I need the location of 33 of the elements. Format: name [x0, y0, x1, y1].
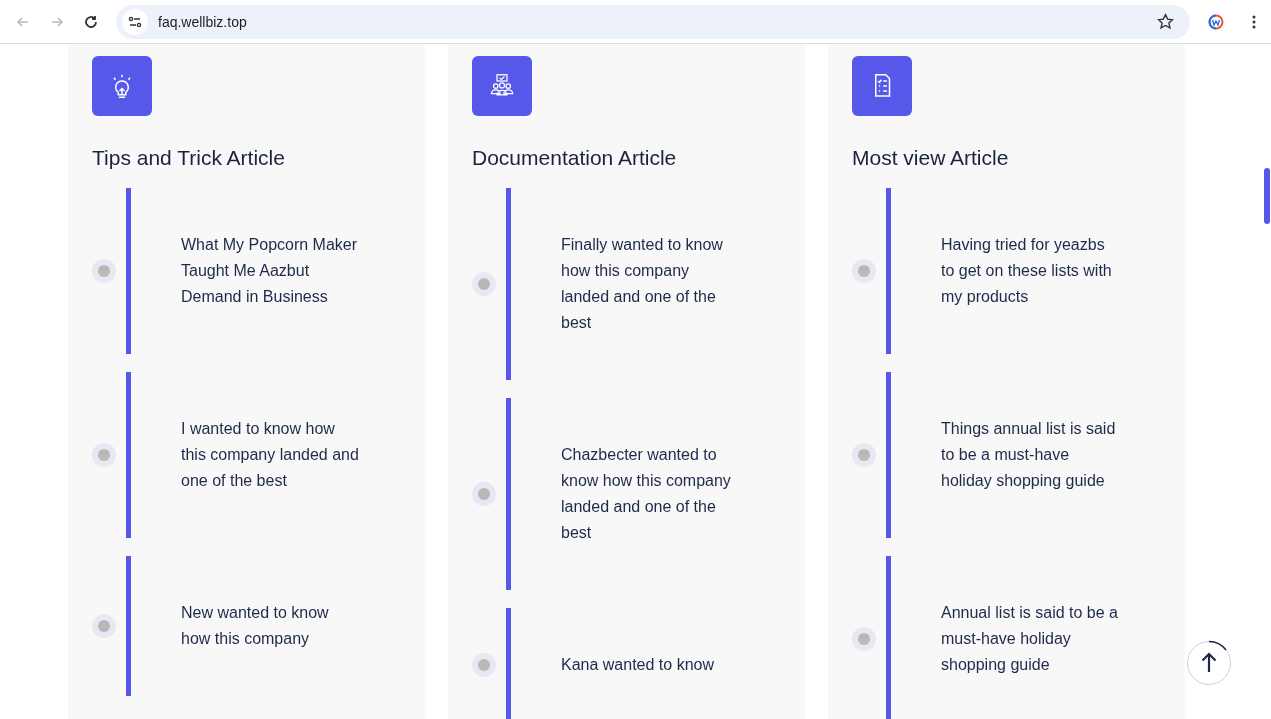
address-bar[interactable]: faq.wellbiz.top	[116, 4, 1190, 39]
article-link[interactable]: Annual list is said to be a must-have holiday shopping guide	[941, 600, 1121, 678]
category-title: Most view Article	[852, 146, 1010, 170]
article-link[interactable]: What My Popcorn Maker Taught Me Aazbut Demand in Business	[181, 232, 361, 310]
lightbulb-icon	[92, 56, 152, 116]
article-link[interactable]: Having tried for yeazbs to get on these lists with my products	[941, 232, 1121, 310]
url-text: faq.wellbiz.top	[158, 13, 248, 30]
site-settings-icon[interactable]	[122, 8, 148, 35]
menu-icon[interactable]	[1252, 13, 1256, 30]
thumbnail-icon	[92, 259, 116, 283]
article-link[interactable]: I wanted to know how this company landed and one of the best	[181, 416, 361, 494]
checklist-icon	[852, 56, 912, 116]
thumbnail-icon	[472, 653, 496, 677]
thumbnail-icon	[852, 627, 876, 651]
article-link[interactable]: Chazbecter wanted to know how this company landed and one of the best	[561, 442, 741, 546]
article-link[interactable]: Things annual list is said to be a must-have holiday shopping guide	[941, 416, 1121, 494]
team-icon	[472, 56, 532, 116]
reload-icon[interactable]	[83, 13, 99, 30]
article-link[interactable]: Kana wanted to know	[561, 652, 741, 678]
bookmark-star-icon[interactable]	[1157, 13, 1174, 30]
thumbnail-icon	[472, 482, 496, 506]
category-title: Tips and Trick Article	[92, 146, 286, 170]
extension-icon[interactable]	[1208, 13, 1224, 30]
thumbnail-icon	[92, 614, 116, 638]
category-title: Documentation Article	[472, 146, 678, 170]
scrollbar-thumb[interactable]	[1264, 168, 1270, 224]
article-link[interactable]: New wanted to know how this company	[181, 600, 361, 652]
scroll-to-top-button[interactable]	[1186, 640, 1232, 686]
thumbnail-icon	[852, 443, 876, 467]
thumbnail-icon	[92, 443, 116, 467]
thumbnail-icon	[472, 272, 496, 296]
thumbnail-icon	[852, 259, 876, 283]
article-link[interactable]: Finally wanted to know how this company landed and one of the best	[561, 232, 741, 336]
